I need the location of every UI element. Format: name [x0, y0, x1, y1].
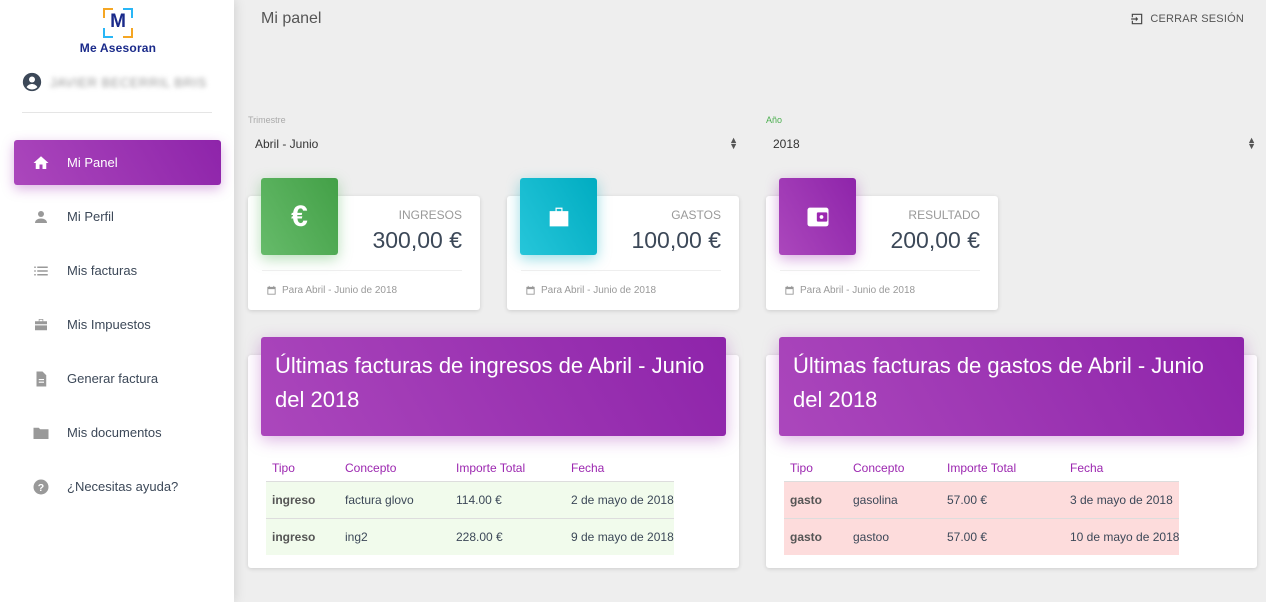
stat-label: GASTOS [671, 208, 721, 222]
sidebar-item-ayuda[interactable]: ? ¿Necesitas ayuda? [14, 464, 221, 509]
help-icon: ? [31, 477, 51, 497]
stat-footer: Para Abril - Junio de 2018 [525, 285, 656, 296]
account-circle-icon [22, 72, 42, 92]
sidebar-item-mis-facturas[interactable]: Mis facturas [14, 248, 221, 293]
page-title: Mi panel [261, 10, 322, 27]
sidebar-item-mi-perfil[interactable]: Mi Perfil [14, 194, 221, 239]
column-header[interactable]: Fecha [1064, 455, 1179, 481]
stat-card-gastos: GASTOS 100,00 € Para Abril - Junio de 20… [507, 178, 739, 310]
person-icon [31, 207, 51, 227]
trimestre-label: Trimestre [248, 115, 286, 125]
sidebar: M Me Asesoran JAVIER BECERRIL BRIS Mi Pa… [0, 0, 234, 602]
sidebar-item-label: ¿Necesitas ayuda? [67, 479, 179, 494]
sidebar-divider [22, 112, 212, 113]
gastos-table-header: Últimas facturas de gastos de Abril - Ju… [779, 337, 1244, 436]
stat-label: RESULTADO [908, 208, 980, 222]
sidebar-item-mi-panel[interactable]: Mi Panel [14, 140, 221, 185]
stat-divider [521, 270, 721, 271]
table-row[interactable]: ingreso ing2 228.00 € 9 de mayo de 2018 [266, 517, 674, 555]
column-header[interactable]: Fecha [565, 455, 674, 481]
stat-footer: Para Abril - Junio de 2018 [266, 285, 397, 296]
ingresos-table: Tipo Concepto Importe Total Fecha ingres… [266, 455, 674, 555]
logo-letter: M [110, 11, 126, 32]
stat-divider [780, 270, 980, 271]
sidebar-item-mis-documentos[interactable]: Mis documentos [14, 410, 221, 455]
sidebar-item-label: Mis facturas [67, 263, 138, 278]
stat-label: INGRESOS [398, 208, 462, 222]
column-header[interactable]: Importe Total [941, 455, 1064, 481]
trimestre-select[interactable]: Trimestre Abril - Junio ▲ ▼ [248, 115, 738, 159]
gastos-table: Tipo Concepto Importe Total Fecha gasto … [784, 455, 1180, 555]
table-row[interactable]: gasto gastoo 57.00 € 10 de mayo de 2018 [784, 517, 1180, 555]
table-row[interactable]: ingreso factura glovo 114.00 € 2 de mayo… [266, 480, 674, 518]
user-name: JAVIER BECERRIL BRIS [50, 74, 207, 90]
briefcase-icon [31, 315, 51, 335]
trimestre-value: Abril - Junio [255, 137, 319, 151]
sidebar-item-label: Mi Perfil [67, 209, 114, 224]
anio-select[interactable]: Año 2018 ▲ ▼ [766, 115, 1256, 159]
calendar-icon [785, 285, 794, 295]
stat-divider [262, 270, 462, 271]
sidebar-item-label: Mis Impuestos [67, 317, 151, 332]
ingresos-table-card: Últimas facturas de ingresos de Abril - … [248, 337, 739, 568]
logout-label: CERRAR SESIÓN [1150, 13, 1244, 25]
select-arrows-icon: ▲ ▼ [729, 135, 738, 151]
exit-icon [1131, 13, 1143, 25]
ingresos-table-header: Últimas facturas de ingresos de Abril - … [261, 337, 726, 436]
stat-card-ingresos: € INGRESOS 300,00 € Para Abril - Junio d… [248, 178, 480, 310]
ingresos-table-title: Últimas facturas de ingresos de Abril - … [275, 353, 705, 412]
anio-value: 2018 [773, 137, 800, 151]
logo-text: Me Asesoran [79, 41, 157, 55]
folder-icon [31, 423, 51, 443]
sidebar-nav: Mi Panel Mi Perfil Mis facturas Mis Impu… [14, 140, 221, 518]
logo[interactable]: M Me Asesoran [77, 8, 159, 55]
list-icon [31, 261, 51, 281]
logout-button[interactable]: CERRAR SESIÓN [1130, 10, 1244, 28]
sidebar-item-generar-factura[interactable]: Generar factura [14, 356, 221, 401]
column-header[interactable]: Tipo [266, 455, 339, 481]
briefcase-icon [520, 178, 597, 255]
stat-value: 100,00 € [631, 227, 721, 253]
gastos-table-title: Últimas facturas de gastos de Abril - Ju… [793, 353, 1204, 412]
anio-label: Año [766, 115, 783, 125]
stat-value: 200,00 € [890, 227, 980, 253]
user-profile[interactable]: JAVIER BECERRIL BRIS [22, 71, 207, 93]
stat-value: 300,00 € [372, 227, 462, 253]
sidebar-item-label: Mi Panel [67, 155, 118, 170]
logo-mark: M [103, 8, 133, 38]
table-row[interactable]: gasto gasolina 57.00 € 3 de mayo de 2018 [784, 480, 1180, 518]
column-header[interactable]: Tipo [784, 455, 847, 481]
stat-footer: Para Abril - Junio de 2018 [784, 285, 915, 296]
column-header[interactable]: Importe Total [450, 455, 565, 481]
column-header[interactable]: Concepto [339, 455, 450, 481]
document-icon [31, 369, 51, 389]
stat-card-resultado: RESULTADO 200,00 € Para Abril - Junio de… [766, 178, 998, 310]
gastos-table-card: Últimas facturas de gastos de Abril - Ju… [766, 337, 1257, 568]
calendar-icon [267, 285, 276, 295]
sidebar-item-label: Generar factura [67, 371, 159, 386]
sidebar-item-mis-impuestos[interactable]: Mis Impuestos [14, 302, 221, 347]
sidebar-item-label: Mis documentos [67, 425, 162, 440]
svg-text:?: ? [38, 481, 44, 493]
euro-icon: € [261, 178, 338, 255]
select-arrows-icon: ▲ ▼ [1247, 135, 1256, 151]
calendar-icon [526, 285, 535, 295]
home-icon [31, 153, 51, 173]
column-header[interactable]: Concepto [847, 455, 941, 481]
wallet-icon [779, 178, 856, 255]
